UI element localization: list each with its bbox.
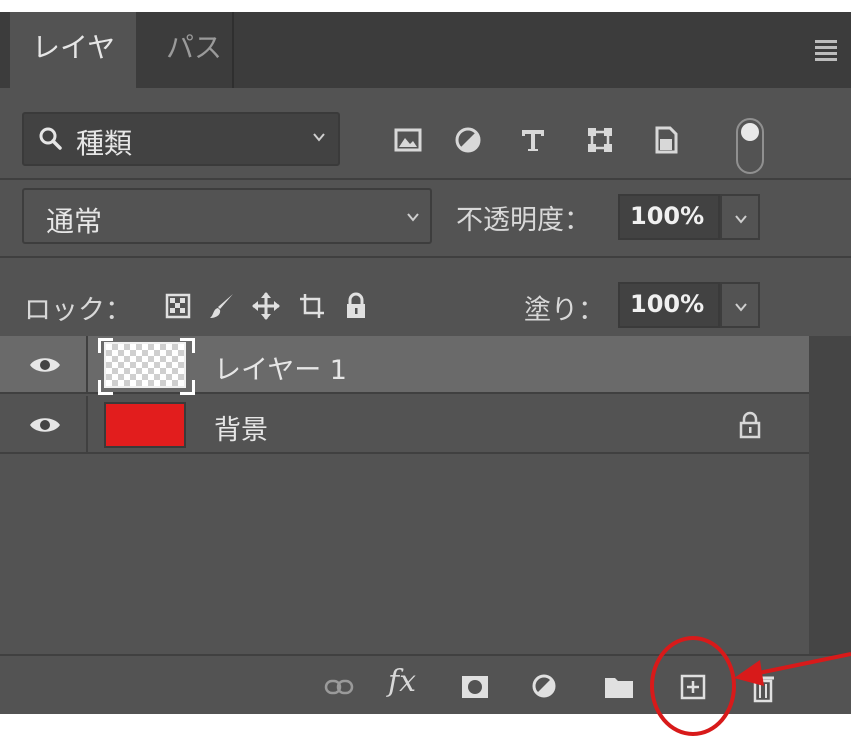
highlight-circle <box>650 636 736 736</box>
image-filter-icon[interactable] <box>390 122 426 158</box>
layer-name[interactable]: 背景 <box>214 408 268 447</box>
divider <box>0 256 851 258</box>
fill-label: 塗り： <box>524 295 605 326</box>
text-filter-icon[interactable] <box>515 122 551 158</box>
filter-kind-label: 種類 <box>76 127 133 160</box>
chevron-down-icon <box>312 130 326 144</box>
add-mask-icon[interactable] <box>458 670 492 704</box>
fill-value: 100% <box>630 290 705 318</box>
filter-kind-select[interactable]: 種類 <box>22 112 340 166</box>
opacity-label: 不透明度： <box>456 205 591 236</box>
search-icon <box>39 127 62 150</box>
tab-paths[interactable]: パス <box>136 12 234 88</box>
layer-lock-icon <box>739 411 761 439</box>
fill-dropdown-button[interactable] <box>720 282 760 328</box>
visibility-toggle[interactable] <box>0 396 88 452</box>
eye-icon <box>30 358 60 372</box>
panel-menu-icon[interactable] <box>815 40 837 64</box>
scrollbar[interactable] <box>809 336 851 654</box>
fill-input[interactable]: 100% <box>618 282 720 328</box>
chevron-down-icon <box>734 212 748 226</box>
fx-icon[interactable]: fx <box>388 664 416 699</box>
visibility-toggle[interactable] <box>0 336 88 392</box>
opacity-dropdown-button[interactable] <box>720 194 760 240</box>
lock-label: ロック： <box>24 295 132 326</box>
layer-row[interactable]: レイヤー 1 <box>0 336 809 395</box>
lock-position-icon[interactable] <box>250 290 282 322</box>
selection-corner <box>180 380 195 395</box>
blend-mode-select[interactable]: 通常 <box>22 188 432 244</box>
lock-transparent-pixels-icon[interactable] <box>162 290 194 322</box>
tab-bar: レイヤー パス <box>0 12 851 136</box>
tab-layers[interactable]: レイヤー <box>10 12 136 136</box>
toggle-knob <box>741 123 759 141</box>
layer-thumbnail <box>104 342 186 388</box>
selection-corner <box>98 380 113 395</box>
new-group-icon[interactable] <box>602 670 636 704</box>
divider <box>0 178 851 180</box>
chevron-down-icon <box>406 210 420 224</box>
layer-list: レイヤー 1 背景 <box>0 336 851 654</box>
layer-thumbnail <box>104 402 186 448</box>
layer-name[interactable]: レイヤー 1 <box>214 348 347 387</box>
adjustment-filter-icon[interactable] <box>450 122 486 158</box>
shape-filter-icon[interactable] <box>582 122 618 158</box>
selection-corner <box>180 338 195 353</box>
selection-corner <box>98 338 113 353</box>
smart-object-filter-icon[interactable] <box>648 122 684 158</box>
opacity-value: 100% <box>630 202 705 230</box>
annotation-arrow-icon <box>734 652 851 686</box>
link-layers-icon[interactable] <box>322 670 356 704</box>
chevron-down-icon <box>734 300 748 314</box>
lock-image-pixels-icon[interactable] <box>206 290 238 322</box>
adjustment-layer-icon[interactable] <box>528 670 562 704</box>
filter-toggle[interactable] <box>736 118 764 174</box>
blend-mode-value: 通常 <box>46 205 103 238</box>
lock-all-icon[interactable] <box>340 290 372 322</box>
layer-row[interactable]: 背景 <box>0 396 809 454</box>
eye-icon <box>30 418 60 432</box>
lock-artboard-icon[interactable] <box>296 290 328 322</box>
opacity-input[interactable]: 100% <box>618 194 720 240</box>
layers-panel: レイヤー パス 種類 通常 <box>0 12 851 714</box>
